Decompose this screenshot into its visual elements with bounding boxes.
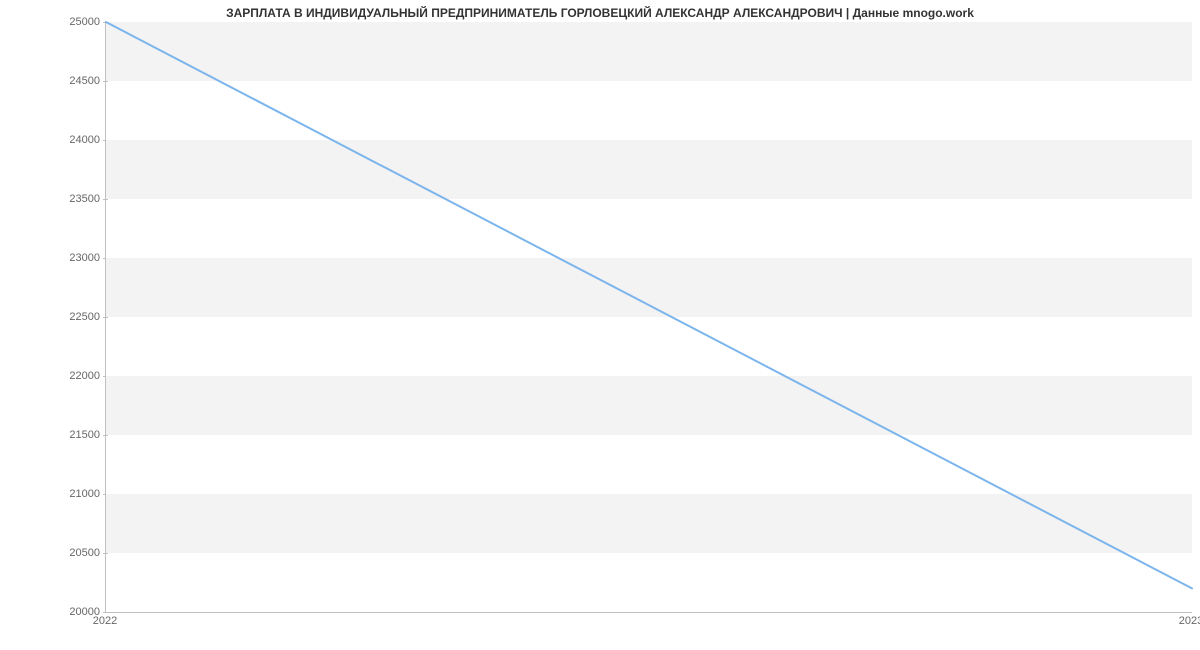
y-tick-label: 22000 <box>10 370 100 382</box>
y-tick-label: 21000 <box>10 488 100 500</box>
y-tick-label: 20000 <box>10 606 100 618</box>
chart-container: ЗАРПЛАТА В ИНДИВИДУАЛЬНЫЙ ПРЕДПРИНИМАТЕЛ… <box>0 0 1200 650</box>
y-tick-label: 22500 <box>10 311 100 323</box>
y-tick-label: 24000 <box>10 134 100 146</box>
x-tick-label: 2023 <box>1179 615 1200 627</box>
y-tick-label: 23000 <box>10 252 100 264</box>
line-series <box>106 22 1192 612</box>
x-axis-line <box>106 612 1192 613</box>
y-tick-label: 25000 <box>10 16 100 28</box>
chart-title: ЗАРПЛАТА В ИНДИВИДУАЛЬНЫЙ ПРЕДПРИНИМАТЕЛ… <box>0 6 1200 20</box>
x-tick-label: 2022 <box>93 615 117 627</box>
plot-area <box>105 22 1192 612</box>
y-tick-label: 24500 <box>10 75 100 87</box>
y-tick-label: 20500 <box>10 547 100 559</box>
y-tick-label: 23500 <box>10 193 100 205</box>
y-tick-label: 21500 <box>10 429 100 441</box>
